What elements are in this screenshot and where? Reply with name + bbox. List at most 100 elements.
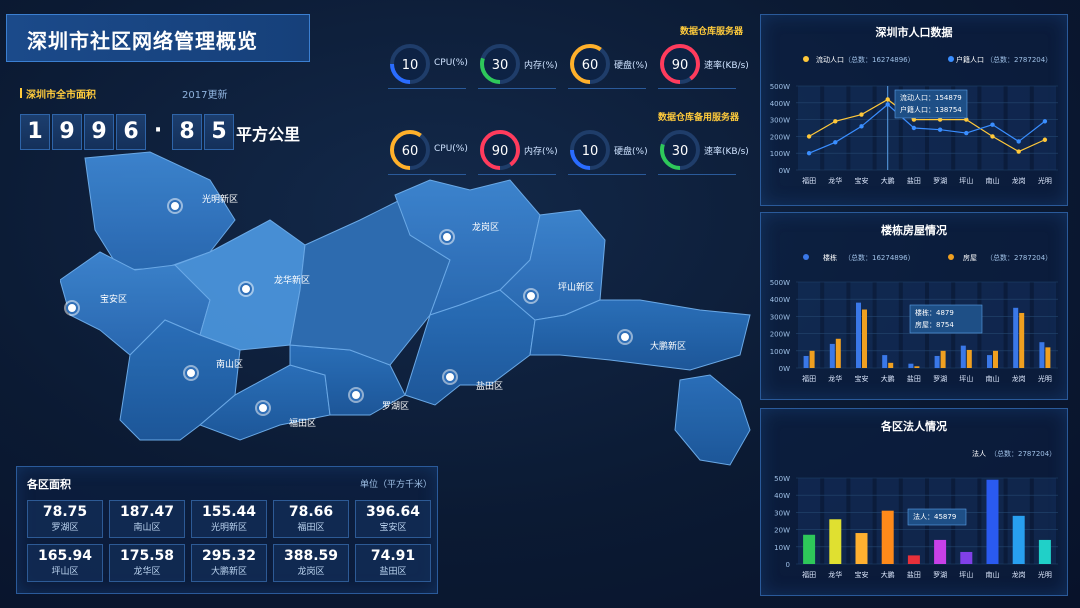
bar <box>835 338 841 368</box>
bar <box>993 350 998 368</box>
x-tick-label: 龙华 <box>828 374 842 383</box>
legend-label: 户籍人口 <box>956 55 984 64</box>
y-tick-label: 0 <box>786 561 790 569</box>
bar <box>986 479 999 564</box>
y-tick-label: 50W <box>774 475 790 483</box>
x-tick-label: 盐田 <box>907 374 921 383</box>
legend-total: （总数：2787204） <box>986 55 1052 64</box>
charts-layer: 0W100W200W300W400W500W福田 龙华 宝安 大鹏 盐田 罗湖 坪山 南山 龙岗… <box>770 55 1058 579</box>
chart-band <box>981 282 1004 368</box>
bar <box>881 510 894 564</box>
x-tick-label: 坪山 <box>959 374 973 383</box>
bar <box>1045 347 1051 368</box>
line-point <box>964 130 969 136</box>
chart-band <box>1007 282 1030 368</box>
x-tick-label: 龙岗 <box>1012 570 1026 579</box>
legend-label: 流动人口 <box>816 55 844 64</box>
x-tick-label: 福田 <box>802 176 816 185</box>
x-tick-label: 宝安 <box>855 374 869 383</box>
bar <box>1039 342 1045 368</box>
line-point <box>1016 149 1021 154</box>
x-tick-label: 盐田 <box>907 570 921 579</box>
bar <box>856 302 861 368</box>
legend-total: （总数：2787204） <box>990 449 1056 458</box>
y-tick-label: 400W <box>770 296 790 304</box>
bar <box>888 362 894 368</box>
line-point <box>885 97 890 102</box>
x-tick-label: 罗湖 <box>933 176 947 185</box>
y-tick-label: 200W <box>770 331 790 339</box>
line-point <box>833 119 838 124</box>
y-tick-label: 20W <box>774 527 790 535</box>
x-tick-label: 大鹏 <box>881 570 895 579</box>
x-tick-label: 龙岗 <box>1012 176 1026 185</box>
bar <box>966 349 972 368</box>
chart-band <box>824 86 847 170</box>
bar <box>809 350 815 368</box>
chart-band <box>850 282 873 368</box>
chart-band <box>876 282 899 368</box>
x-tick-label: 盐田 <box>907 176 921 185</box>
line-point <box>990 134 995 139</box>
x-tick-label: 福田 <box>802 374 816 383</box>
x-tick-label: 龙华 <box>828 570 842 579</box>
line-point <box>990 122 995 127</box>
bar <box>882 355 888 368</box>
tooltip-text: 流动人口：154879 <box>900 93 962 102</box>
bar <box>914 366 920 368</box>
tooltip-text: 楼栋：4879 <box>915 308 954 317</box>
x-tick-label: 光明 <box>1038 374 1052 383</box>
y-tick-label: 100W <box>770 150 790 158</box>
bar <box>1012 515 1025 564</box>
legend-total: （总数：16274896） <box>844 253 915 262</box>
bar <box>1019 312 1025 368</box>
bar <box>862 309 867 368</box>
bar <box>803 534 816 564</box>
x-tick-label: 南山 <box>986 374 1000 383</box>
line-point <box>1042 119 1048 124</box>
bar <box>855 533 868 564</box>
line-point <box>859 124 864 129</box>
line-point <box>1042 137 1048 142</box>
line-point <box>1016 139 1021 144</box>
y-tick-label: 10W <box>774 544 790 552</box>
bar <box>907 555 920 564</box>
chart-band <box>981 86 1004 170</box>
y-tick-label: 40W <box>774 492 790 500</box>
line-point <box>833 140 838 145</box>
x-tick-label: 光明 <box>1038 176 1052 185</box>
x-tick-label: 大鹏 <box>881 176 895 185</box>
bar <box>829 343 835 368</box>
line-point <box>859 112 864 117</box>
bar <box>934 539 947 564</box>
y-tick-label: 100W <box>770 348 790 356</box>
bar <box>1038 539 1051 564</box>
legend-total: （总数：16274896） <box>844 55 915 64</box>
y-tick-label: 300W <box>770 313 790 321</box>
bar <box>934 355 940 368</box>
x-tick-label: 罗湖 <box>933 374 947 383</box>
x-tick-label: 龙岗 <box>1012 374 1026 383</box>
bar <box>960 345 966 368</box>
tooltip-text: 法人：45879 <box>913 512 956 521</box>
x-tick-label: 宝安 <box>855 176 869 185</box>
chart-band <box>824 282 847 368</box>
x-tick-label: 大鹏 <box>881 374 895 383</box>
x-tick-label: 南山 <box>986 176 1000 185</box>
y-tick-label: 0W <box>779 167 790 175</box>
line-point <box>937 127 943 132</box>
y-tick-label: 300W <box>770 117 790 125</box>
legend-label: 房屋 <box>963 253 977 262</box>
tooltip-text: 房屋：8754 <box>915 320 954 329</box>
bar <box>1013 307 1019 368</box>
chart-band <box>798 282 821 368</box>
bar <box>908 363 914 368</box>
y-tick-label: 0W <box>779 365 790 373</box>
line-point <box>806 151 812 156</box>
x-tick-label: 福田 <box>802 570 816 579</box>
legend-label: 法人 <box>972 449 986 458</box>
legend-marker <box>948 56 954 62</box>
tooltip-text: 户籍人口：138754 <box>900 105 962 114</box>
bar <box>829 519 842 564</box>
x-tick-label: 坪山 <box>959 176 973 185</box>
